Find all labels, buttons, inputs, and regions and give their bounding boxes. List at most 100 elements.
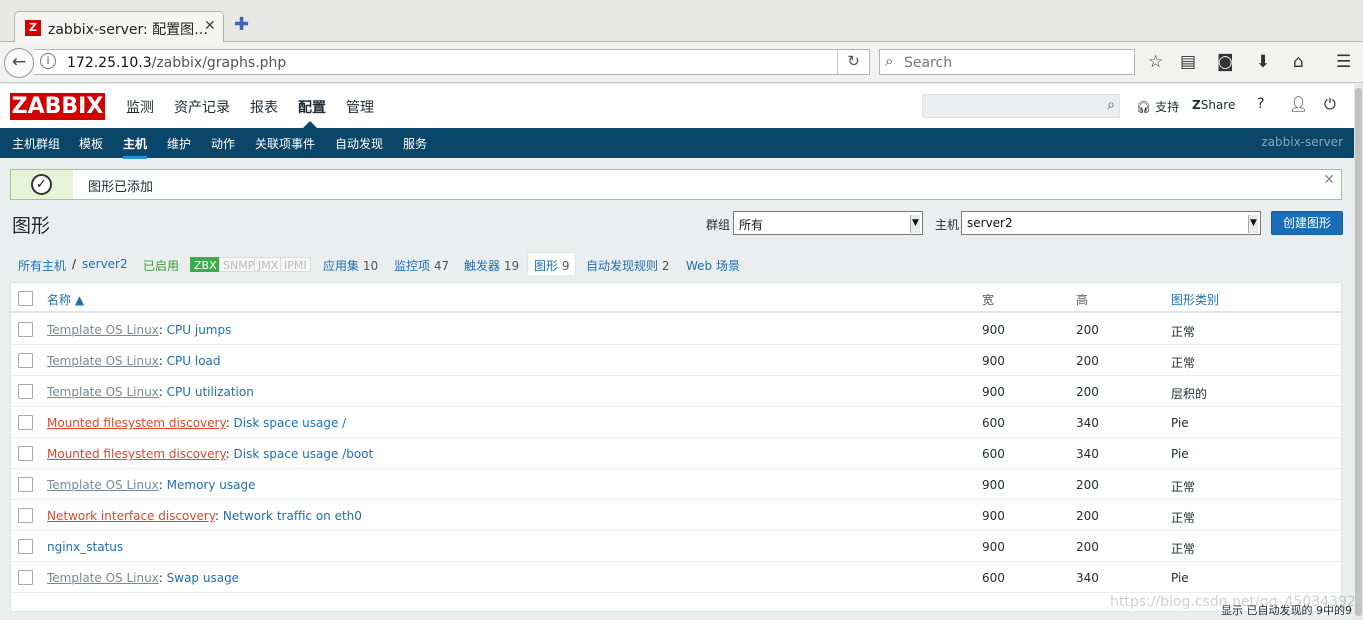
graphs-tab[interactable]: 图形 9 (527, 252, 577, 275)
graph-source-link[interactable]: Template OS Linux (47, 571, 159, 585)
help-icon[interactable]: ? (1257, 96, 1264, 112)
graph-name-link[interactable]: CPU utilization (167, 385, 254, 399)
submenu-event-correlation[interactable]: 关联项事件 (255, 135, 315, 152)
host-link[interactable]: server2 (82, 257, 128, 271)
graph-source-link[interactable]: Network interface discovery (47, 509, 215, 523)
menu-configuration[interactable]: 配置 (298, 97, 326, 117)
share-link[interactable]: ZShare (1192, 98, 1235, 112)
graph-name-cell: Mounted filesystem discovery: Disk space… (47, 447, 373, 461)
row-checkbox[interactable] (18, 508, 33, 523)
items-count: 47 (433, 259, 450, 273)
graph-source-link[interactable]: Template OS Linux (47, 385, 159, 399)
scrollbar-thumb[interactable] (1355, 88, 1362, 616)
sign-out-icon[interactable]: ⏻ (1324, 95, 1336, 113)
close-tab-icon[interactable]: ✕ (204, 18, 216, 34)
check-icon: ✓ (31, 174, 52, 195)
discovery-rules-link[interactable]: 自动发现规则 2 (586, 257, 669, 274)
browser-search-input[interactable]: ⌕ Search (879, 49, 1135, 75)
submenu-discovery[interactable]: 自动发现 (335, 135, 383, 152)
url-bar[interactable]: i 172.25.10.3/zabbix/graphs.php ↻ (34, 49, 870, 75)
graph-name-link[interactable]: CPU jumps (167, 323, 232, 337)
home-icon[interactable]: ⌂ (1293, 52, 1304, 72)
graph-name-cell: Template OS Linux: Memory usage (47, 478, 255, 492)
graph-name-link[interactable]: nginx_status (47, 540, 123, 554)
row-checkbox[interactable] (18, 539, 33, 554)
graph-name-cell: Template OS Linux: CPU load (47, 354, 221, 368)
graph-name-link[interactable]: CPU load (167, 354, 221, 368)
download-icon[interactable]: ⬇ (1256, 52, 1270, 72)
row-checkbox[interactable] (18, 415, 33, 430)
select-all-checkbox[interactable] (18, 291, 33, 306)
all-hosts-link[interactable]: 所有主机 (18, 257, 66, 274)
submenu-maintenance[interactable]: 维护 (167, 135, 191, 152)
row-checkbox[interactable] (18, 446, 33, 461)
submenu-actions[interactable]: 动作 (211, 135, 235, 152)
create-graph-button[interactable]: 创建图形 (1271, 211, 1343, 235)
bookmark-star-icon[interactable]: ☆ (1148, 52, 1163, 72)
menu-administration[interactable]: 管理 (346, 97, 374, 117)
items-link[interactable]: 监控项 47 (394, 257, 449, 274)
web-scenarios-link[interactable]: Web 场景 (686, 257, 740, 274)
graph-width-cell: 600 (982, 447, 1005, 461)
name-column-header[interactable]: 名称 ▲ (47, 291, 84, 308)
graph-name-link[interactable]: Memory usage (167, 478, 256, 492)
graph-name-cell: Mounted filesystem discovery: Disk space… (47, 416, 346, 430)
new-tab-icon[interactable]: ✚ (234, 14, 249, 35)
graph-height-cell: 200 (1076, 354, 1099, 368)
menu-inventory[interactable]: 资产记录 (174, 97, 230, 117)
applications-link[interactable]: 应用集 10 (323, 257, 378, 274)
type-column-header[interactable]: 图形类别 (1171, 291, 1219, 308)
search-icon[interactable]: ⌕ (1107, 97, 1115, 113)
graph-source-link[interactable]: Template OS Linux (47, 354, 159, 368)
url-text[interactable]: 172.25.10.3/zabbix/graphs.php (67, 55, 286, 71)
graph-height-cell: 340 (1076, 571, 1099, 585)
graph-width-cell: 900 (982, 540, 1005, 554)
graph-source-link[interactable]: Mounted filesystem discovery (47, 416, 226, 430)
info-icon[interactable]: i (40, 53, 56, 69)
zabbix-logo[interactable]: ZABBIX (10, 93, 105, 120)
row-checkbox[interactable] (18, 477, 33, 492)
menu-reports[interactable]: 报表 (250, 97, 278, 117)
row-checkbox[interactable] (18, 570, 33, 585)
browser-nav-bar: i 172.25.10.3/zabbix/graphs.php ↻ ← ⌕ Se… (0, 42, 1363, 83)
graph-source-link[interactable]: Mounted filesystem discovery (47, 447, 226, 461)
support-link[interactable]: 🎧︎ 支持 (1136, 98, 1179, 115)
search-icon: ⌕ (885, 52, 894, 70)
submenu-host-groups[interactable]: 主机群组 (12, 135, 60, 152)
group-select[interactable]: 所有 ▼ (733, 211, 923, 235)
global-search-input[interactable]: ⌕ (922, 94, 1120, 118)
graph-source-link[interactable]: Template OS Linux (47, 478, 159, 492)
graph-name-cell: Template OS Linux: Swap usage (47, 571, 239, 585)
submenu-templates[interactable]: 模板 (79, 135, 103, 152)
graph-name-link[interactable]: Disk space usage / (234, 416, 347, 430)
submenu-services[interactable]: 服务 (403, 135, 427, 152)
share-icon: Z (1192, 98, 1201, 112)
graph-type-cell: Pie (1171, 571, 1189, 585)
row-checkbox[interactable] (18, 353, 33, 368)
back-button[interactable]: ← (4, 48, 34, 78)
reading-list-icon[interactable]: ▤ (1180, 52, 1196, 72)
graph-name-link[interactable]: Disk space usage /boot (234, 447, 374, 461)
host-select[interactable]: server2 ▼ (961, 211, 1261, 235)
close-message-icon[interactable]: ✕ (1323, 172, 1335, 188)
browser-tab[interactable]: Z zabbix-server: 配置图… ✕ (14, 11, 224, 43)
graph-name-link[interactable]: Swap usage (167, 571, 239, 585)
graph-height-cell: 200 (1076, 323, 1099, 337)
graph-source-link[interactable]: Template OS Linux (47, 323, 159, 337)
row-checkbox[interactable] (18, 384, 33, 399)
pocket-icon[interactable]: ◙ (1217, 52, 1234, 72)
graphs-table: 名称 ▲ 宽 高 图形类别 Template OS Linux: CPU jum… (10, 282, 1342, 612)
reload-icon[interactable]: ↻ (837, 50, 869, 74)
menu-monitoring[interactable]: 监测 (126, 97, 154, 117)
triggers-link[interactable]: 触发器 19 (464, 257, 519, 274)
submenu-hosts[interactable]: 主机 (123, 135, 148, 159)
menu-icon[interactable]: ☰ (1336, 52, 1351, 72)
host-status-enabled[interactable]: 已启用 (143, 257, 179, 274)
user-profile-icon[interactable]: 👤︎ (1289, 95, 1308, 113)
support-label: 支持 (1155, 100, 1180, 114)
table-row: Template OS Linux: Swap usage 600 340 Pie (11, 562, 1341, 593)
discovery-rules-label: 自动发现规则 (586, 259, 659, 273)
row-checkbox[interactable] (18, 322, 33, 337)
graph-width-cell: 900 (982, 323, 1005, 337)
graph-name-link[interactable]: Network traffic on eth0 (223, 509, 362, 523)
